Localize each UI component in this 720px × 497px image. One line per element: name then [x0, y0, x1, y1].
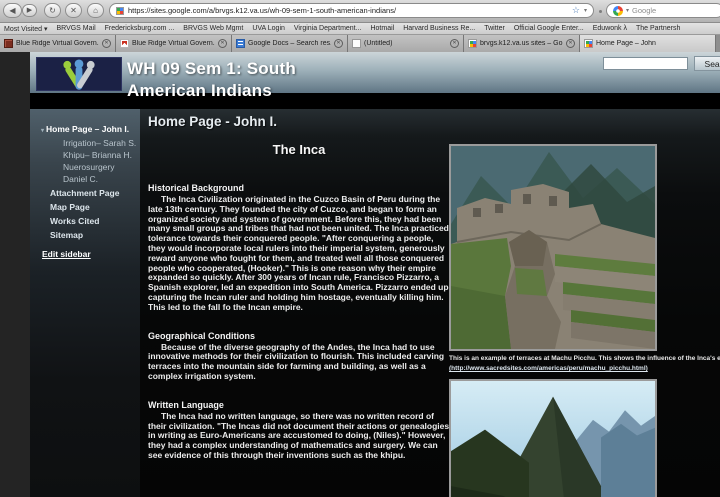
brvgs-favicon-icon	[4, 39, 13, 48]
bookmark-item[interactable]: Harvard Business Re...	[403, 25, 475, 32]
google-logo-icon	[613, 5, 623, 16]
site-title-line1: WH 09 Sem 1: South	[127, 59, 296, 78]
url-text[interactable]: https://sites.google.com/a/brvgs.k12.va.…	[128, 6, 568, 15]
tab-home-page-active[interactable]: Home Page – John	[580, 35, 716, 52]
stop-button[interactable]: ✕	[65, 3, 82, 18]
bookmark-item[interactable]: Virginia Department...	[294, 25, 362, 32]
tab-close-icon[interactable]: ✕	[334, 39, 343, 48]
page-title: Home Page - John I.	[148, 114, 278, 129]
sites-favicon-icon	[584, 39, 593, 48]
site-search-input[interactable]	[603, 57, 688, 70]
reload-icon: ↻	[49, 6, 56, 15]
sidebar-item-works-cited[interactable]: Works Cited	[30, 215, 140, 227]
mountain-photo-graphic	[451, 381, 655, 497]
web-search-box[interactable]: ▾	[606, 3, 720, 18]
tab-close-icon[interactable]: ✕	[102, 39, 111, 48]
bookmarks-bar: Most Visited ▾ BRVGS Mail Fredericksburg…	[0, 23, 720, 35]
tab-brvgs-2[interactable]: Blue Ridge Virtual Govern... ✕	[116, 35, 232, 52]
bookmark-item[interactable]: BRVGS Mail	[56, 25, 95, 32]
site-favicon-icon	[116, 6, 124, 15]
mail-favicon-icon	[120, 39, 129, 48]
sidebar-item-irrigation[interactable]: Irrigation– Sarah S.	[30, 137, 140, 149]
tab-google-docs[interactable]: Google Docs – Search res... ✕	[232, 35, 348, 52]
bookmark-item[interactable]: Official Google Enter...	[514, 25, 584, 32]
article-column: The Inca Historical Background The Inca …	[148, 142, 450, 479]
back-button[interactable]: ◀	[3, 3, 22, 18]
tab-untitled[interactable]: (Untitled) ✕	[348, 35, 464, 52]
stop-icon: ✕	[70, 6, 77, 15]
sidebar-item-sitemap[interactable]: Sitemap	[30, 229, 140, 241]
sidebar-navigation: ▾ Home Page – John I. Irrigation– Sarah S…	[30, 109, 140, 497]
sidebar-item-map-page[interactable]: Map Page	[30, 201, 140, 213]
url-bar[interactable]: https://sites.google.com/a/brvgs.k12.va.…	[109, 3, 594, 18]
sidebar-item-attachment-page[interactable]: Attachment Page	[30, 187, 140, 199]
home-icon: ⌂	[93, 6, 98, 15]
article-heading: The Inca	[272, 142, 326, 157]
browser-toolbar: ◀ ▶ ↻ ✕ ⌂ https://sites.google.com/a/brv…	[0, 0, 720, 23]
site-title: WH 09 Sem 1: South American Indians	[127, 58, 407, 102]
browser-window: ◀ ▶ ↻ ✕ ⌂ https://sites.google.com/a/brv…	[0, 0, 720, 497]
machu-picchu-terraces-image	[449, 144, 657, 351]
blank-page-icon	[352, 39, 361, 48]
section-heading: Historical Background	[148, 183, 245, 193]
figures-column: This is an example of terraces at Machu …	[449, 144, 720, 497]
forward-button[interactable]: ▶	[22, 4, 37, 17]
brvgs-logo	[36, 57, 122, 91]
tab-brvgs-sites[interactable]: brvgs.k12.va.us sites – Go... ✕	[464, 35, 580, 52]
section-paragraph: The Inca Civilization originated in the …	[148, 194, 449, 312]
tab-close-icon[interactable]: ✕	[450, 39, 459, 48]
tab-bar: Blue Ridge Virtual Govern... ✕ Blue Ridg…	[0, 35, 720, 52]
section-heading: Geographical Conditions	[148, 330, 256, 341]
tab-brvgs-1[interactable]: Blue Ridge Virtual Govern... ✕	[0, 35, 116, 52]
docs-favicon-icon	[236, 39, 245, 48]
back-icon: ◀	[9, 6, 16, 15]
page-viewport: Search WH 09 Sem 1: South American India…	[0, 52, 720, 497]
bookmark-caret-icon[interactable]: ▾	[584, 8, 587, 14]
bookmark-item[interactable]: The Partnersh	[636, 25, 680, 32]
forward-icon: ▶	[26, 7, 33, 14]
bookmark-item[interactable]: UVA Login	[252, 25, 285, 32]
section-paragraph: The Inca had no written language, so the…	[148, 410, 450, 460]
edit-sidebar-link[interactable]: Edit sidebar	[42, 249, 91, 259]
bookmark-item[interactable]: Fredericksburg.com ...	[105, 25, 175, 32]
people-v-logo-icon	[63, 59, 95, 90]
figure-source-link[interactable]: (http://www.sacredsites.com/americas/per…	[449, 365, 720, 372]
web-search-input[interactable]	[632, 6, 703, 15]
tab-close-icon[interactable]: ✕	[218, 39, 227, 48]
site-search-button[interactable]: Search	[694, 56, 720, 71]
section-geographical-conditions: Geographical Conditions Because of the d…	[148, 331, 450, 382]
toolbar-separator	[599, 10, 602, 13]
sidebar-item-khipu[interactable]: Khipu– Brianna H.	[30, 149, 140, 161]
machu-picchu-mountain-image	[449, 379, 657, 497]
home-button[interactable]: ⌂	[87, 3, 104, 18]
section-paragraph: Because of the diverse geography of the …	[148, 341, 445, 381]
sidebar-item-nuerosurgery[interactable]: Nuerosurgery Daniel C.	[30, 161, 140, 185]
bookmark-item[interactable]: Most Visited ▾	[4, 25, 47, 33]
site-title-line2: American Indians	[127, 81, 272, 100]
expand-caret-icon[interactable]: ▾	[41, 128, 44, 134]
bookmark-star-icon[interactable]: ☆	[572, 6, 580, 15]
bookmark-item[interactable]: BRVGS Web Mgmt	[183, 25, 243, 32]
reload-button[interactable]: ↻	[44, 3, 61, 18]
section-heading: Written Language	[148, 399, 224, 410]
main-content: Home Page - John I. The Inca Historical …	[140, 109, 720, 497]
bookmark-item[interactable]: Eduwonk λ	[593, 25, 627, 32]
sidebar-item-home-page[interactable]: ▾ Home Page – John I.	[30, 123, 140, 137]
terraces-photo-graphic	[451, 146, 655, 349]
tab-close-icon[interactable]: ✕	[566, 39, 575, 48]
site-body: ▾ Home Page – John I. Irrigation– Sarah S…	[30, 109, 720, 497]
bookmark-item[interactable]: Twitter	[484, 25, 505, 32]
section-written-language: Written Language The Inca had no written…	[148, 400, 450, 461]
search-engine-caret-icon[interactable]: ▾	[626, 8, 629, 14]
sites-favicon-icon	[468, 39, 477, 48]
google-site: Search WH 09 Sem 1: South American India…	[30, 52, 720, 497]
section-historical-background: Historical Background The Inca Civilizat…	[148, 183, 450, 313]
bookmark-item[interactable]: Hotmail	[370, 25, 394, 32]
figure-caption: This is an example of terraces at Machu …	[449, 355, 720, 362]
